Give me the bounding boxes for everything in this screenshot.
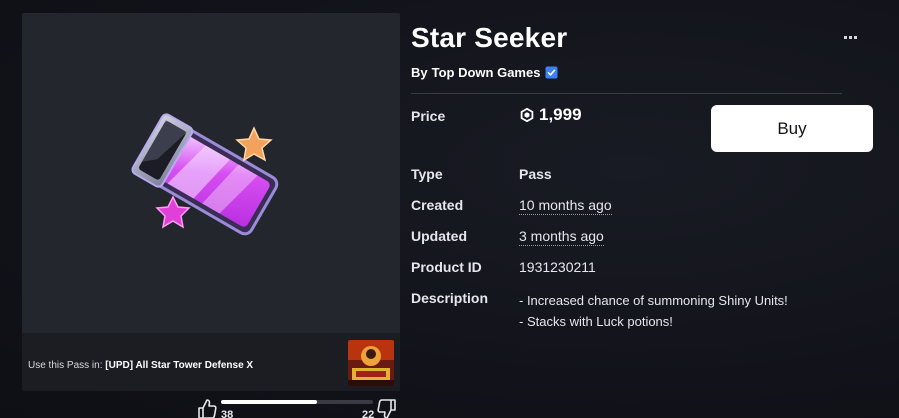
game-name-link[interactable]: [UPD] All Star Tower Defense X [105,360,253,371]
use-in-prefix: Use this Pass in: [28,360,103,371]
more-dots-icon[interactable] [838,28,862,46]
title-divider [411,93,842,94]
product-id-label: Product ID [411,259,482,275]
use-in-game-bar[interactable]: Use this Pass in: [UPD] All Star Tower D… [22,333,400,391]
buy-button[interactable]: Buy [711,105,873,152]
use-in-game-text: Use this Pass in: [UPD] All Star Tower D… [28,360,253,371]
description-line: - Stacks with Luck potions! [519,314,673,329]
upvote-count: 38 [221,409,234,418]
game-thumbnail[interactable] [348,340,394,386]
description-line: - Increased chance of summoning Shiny Un… [519,293,788,308]
created-label: Created [411,197,464,213]
robux-icon [520,108,534,122]
creator-link[interactable]: Top Down Games [432,65,541,80]
description-label: Description [411,290,489,306]
creator-byline: By Top Down Games [411,65,558,80]
price-value: 1,999 [520,105,582,125]
created-value[interactable]: 10 months ago [519,197,612,215]
type-label: Type [411,166,443,182]
vote-ratio-fill [221,400,318,404]
item-thumbnail-panel: Use this Pass in: [UPD] All Star Tower D… [22,13,400,391]
vote-ratio-bar [221,400,373,404]
vote-section: 38 22 [196,396,402,418]
updated-label: Updated [411,228,467,244]
star-seeker-pass-image [131,113,279,236]
item-details-page: Use this Pass in: [UPD] All Star Tower D… [0,0,899,418]
product-id-value: 1931230211 [519,259,596,275]
price-amount: 1,999 [539,105,582,124]
thumbs-up-icon[interactable] [196,398,218,418]
downvote-count: 22 [362,409,375,418]
type-value: Pass [519,166,552,182]
byline-prefix: By [411,65,428,80]
item-title: Star Seeker [411,22,568,53]
updated-value[interactable]: 3 months ago [519,228,604,246]
thumbs-down-icon[interactable] [376,398,398,418]
description-text: - Increased chance of summoning Shiny Un… [519,290,788,332]
verified-badge-icon [545,66,558,79]
price-label: Price [411,108,446,124]
